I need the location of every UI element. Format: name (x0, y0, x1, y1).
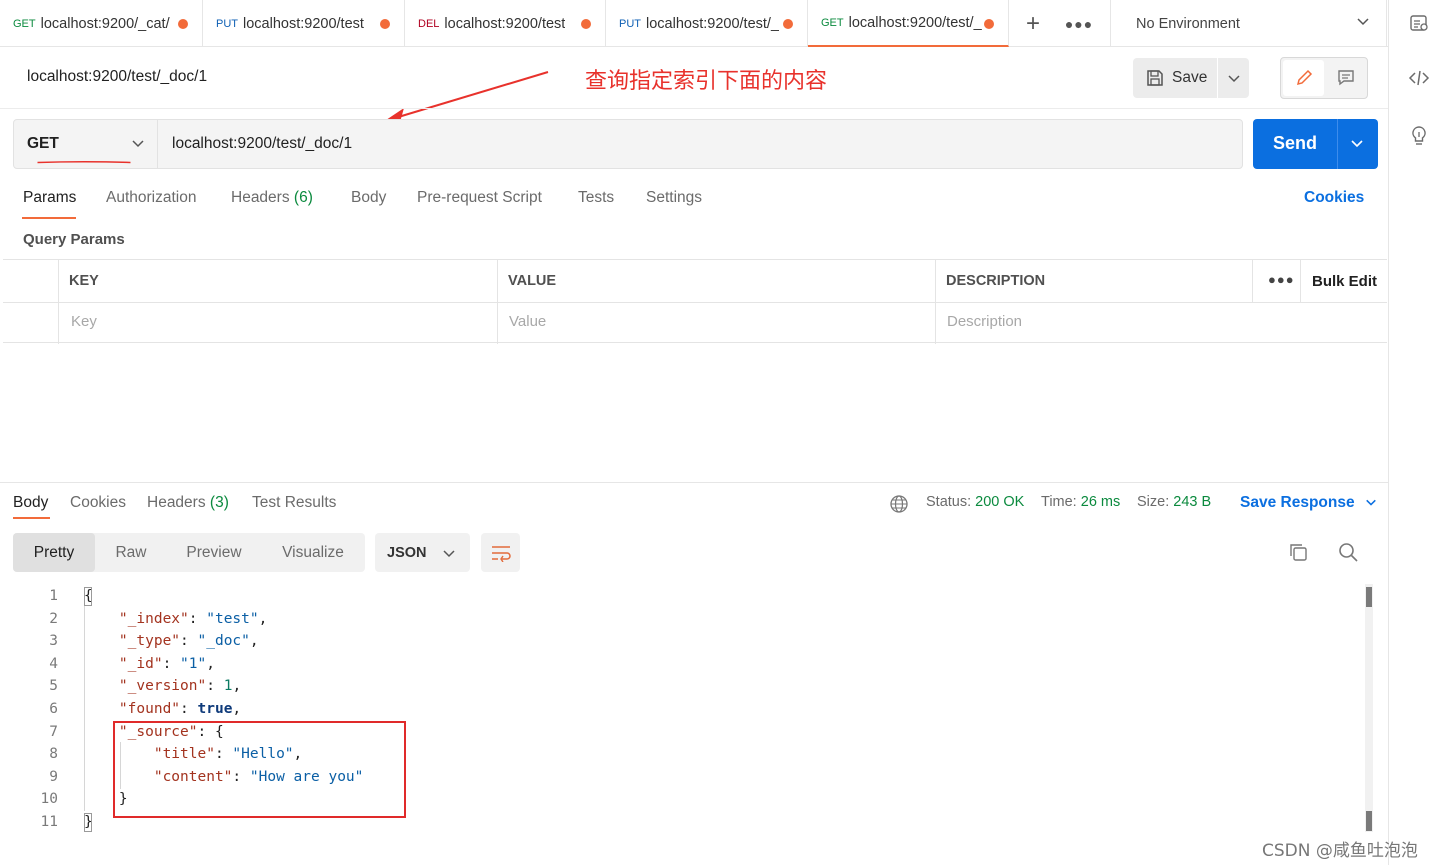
save-response-button[interactable]: Save Response (1240, 494, 1377, 512)
wrap-lines-icon[interactable] (481, 533, 520, 572)
unsaved-dot-icon (783, 19, 793, 29)
query-params-title: Query Params (23, 231, 125, 248)
send-label: Send (1273, 133, 1318, 153)
url-input[interactable]: localhost:9200/test/_doc/1 (172, 135, 352, 153)
environment-selector[interactable]: No Environment (1110, 0, 1387, 47)
new-tab-plus-icon[interactable]: + (1010, 0, 1056, 47)
bulk-edit-button[interactable]: Bulk Edit (1312, 273, 1377, 290)
copy-icon[interactable] (1287, 541, 1309, 563)
chevron-down-icon (1357, 18, 1369, 26)
view-preview[interactable]: Preview (167, 533, 261, 572)
code-line: "_version": 1, (118, 678, 242, 695)
view-visualize[interactable]: Visualize (261, 533, 365, 572)
line-number: 3 (49, 633, 58, 650)
environment-quick-look-icon[interactable] (1407, 11, 1431, 35)
tab-method: GET (821, 16, 844, 29)
response-tab-headers[interactable]: Headers (3) (147, 494, 229, 512)
line-number: 9 (49, 768, 58, 785)
chevron-down-icon (1366, 499, 1376, 506)
line-number: 5 (49, 678, 58, 695)
key-input[interactable]: Key (71, 313, 97, 330)
response-size: Size: 243 B (1137, 494, 1212, 510)
search-icon[interactable] (1337, 541, 1359, 563)
column-header-description: DESCRIPTION (946, 273, 1046, 289)
code-line: "_type": "_doc", (118, 633, 259, 650)
response-tab-cookies[interactable]: Cookies (70, 494, 126, 512)
tab-body[interactable]: Body (351, 189, 386, 207)
watermark: CSDN @咸鱼吐泡泡 (1262, 841, 1418, 861)
view-raw[interactable]: Raw (95, 533, 167, 572)
response-time: Time: 26 ms (1041, 494, 1121, 510)
tab-tests[interactable]: Tests (578, 189, 614, 207)
format-label: JSON (387, 544, 427, 561)
indent-guide (84, 606, 85, 811)
line-number: 8 (49, 746, 58, 763)
format-selector[interactable]: JSON (375, 533, 470, 572)
save-icon (1147, 70, 1163, 86)
unsaved-dot-icon (581, 19, 591, 29)
tab-pre-request-script[interactable]: Pre-request Script (417, 189, 542, 207)
more-tabs-icon[interactable]: ●●● (1058, 0, 1100, 47)
send-button[interactable]: Send (1253, 119, 1378, 169)
method-label: GET (27, 135, 59, 152)
view-mode-group: Pretty Raw Preview Visualize (13, 533, 365, 572)
line-number: 4 (49, 655, 58, 672)
globe-icon[interactable] (889, 494, 909, 514)
params-table: KEY VALUE DESCRIPTION ●●● Bulk Edit Key … (3, 259, 1387, 344)
comments-icon[interactable] (1325, 60, 1366, 96)
column-header-value: VALUE (508, 273, 557, 289)
edit-pencil-icon[interactable] (1283, 60, 1324, 96)
line-number: 6 (49, 701, 58, 717)
response-tab-body[interactable]: Body (13, 494, 48, 512)
save-button[interactable]: Save (1133, 58, 1249, 98)
code-snippet-icon[interactable] (1407, 66, 1431, 90)
request-tab[interactable]: PUT localhost:9200/test/_ (606, 0, 808, 47)
response-tab-test-results[interactable]: Test Results (252, 494, 336, 512)
request-tab-active[interactable]: GET localhost:9200/test/_ (808, 0, 1009, 47)
code-line: "_id": "1", (118, 655, 215, 672)
red-box-annotation (113, 721, 406, 818)
code-scrollbar[interactable] (1365, 584, 1373, 832)
unsaved-dot-icon (984, 19, 994, 29)
red-underline-annotation (37, 161, 131, 164)
line-number: 7 (49, 723, 58, 740)
right-sidebar (1388, 0, 1448, 865)
matching-brace-highlight (84, 587, 92, 606)
chevron-down-icon (443, 550, 455, 558)
view-pretty[interactable]: Pretty (13, 533, 95, 572)
tab-url: localhost:9200/test/_ (646, 15, 780, 32)
line-number: 10 (40, 791, 58, 808)
tab-authorization[interactable]: Authorization (106, 189, 196, 207)
column-header-key: KEY (69, 273, 99, 289)
tab-method: PUT (619, 17, 641, 30)
value-input[interactable]: Value (509, 313, 546, 330)
description-input[interactable]: Description (947, 313, 1022, 330)
line-number: 1 (49, 588, 58, 604)
tab-params[interactable]: Params (23, 189, 76, 207)
view-toggle-group (1280, 57, 1368, 99)
annotation-text: 查询指定索引下面的内容 (585, 69, 828, 94)
chevron-down-icon[interactable] (1350, 136, 1364, 150)
tab-settings[interactable]: Settings (646, 189, 702, 207)
save-label: Save (1172, 69, 1208, 86)
response-status: Status: 200 OK (926, 494, 1025, 510)
active-tab-indicator (13, 517, 50, 519)
line-number: 2 (49, 610, 58, 627)
tab-url: localhost:9200/test/_ (848, 14, 982, 31)
active-tab-indicator (22, 217, 76, 219)
line-number: 11 (40, 814, 58, 830)
environment-label: No Environment (1136, 15, 1240, 32)
chevron-down-icon[interactable] (1227, 71, 1241, 85)
divider (0, 482, 1388, 483)
divider (0, 108, 1388, 109)
chevron-down-icon (132, 140, 144, 148)
cookies-link[interactable]: Cookies (1304, 189, 1364, 207)
more-options-icon[interactable]: ●●● (1268, 272, 1295, 287)
tab-headers[interactable]: Headers (6) (231, 189, 313, 207)
lightbulb-icon[interactable] (1407, 124, 1431, 148)
code-line: "found": true, (118, 701, 242, 717)
matching-brace-highlight (84, 813, 92, 832)
url-bar: GET localhost:9200/test/_doc/1 (13, 119, 1243, 169)
code-line: "_index": "test", (118, 610, 268, 627)
